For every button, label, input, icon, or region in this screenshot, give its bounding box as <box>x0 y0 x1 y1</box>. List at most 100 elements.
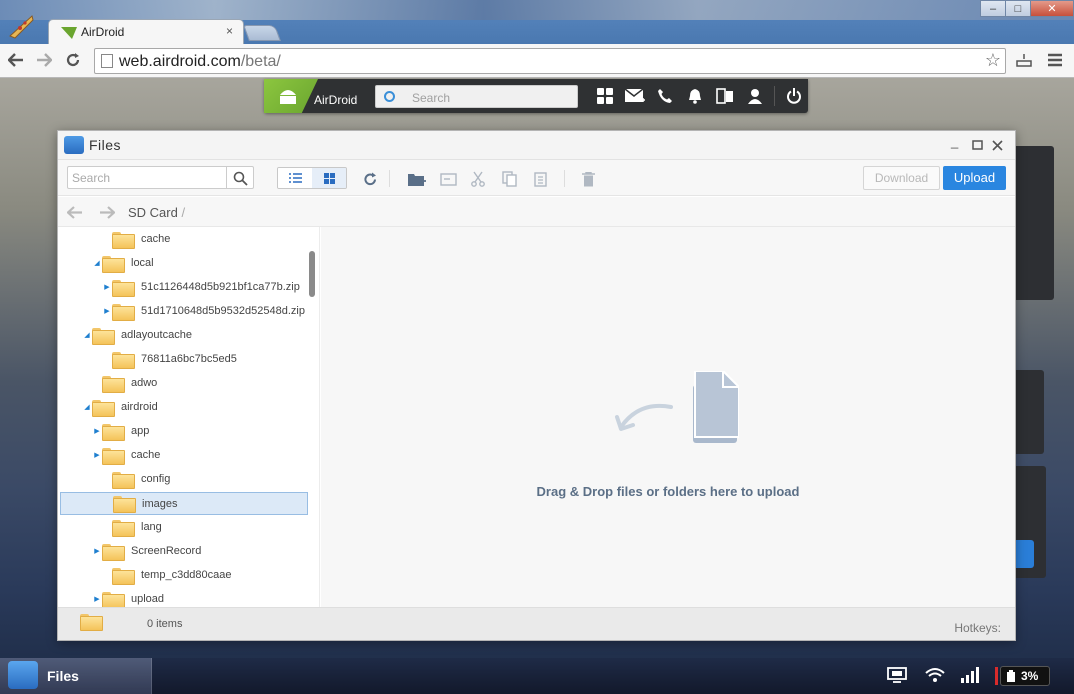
maximize-button[interactable]: □ <box>1005 0 1031 17</box>
folder-icon <box>102 543 125 561</box>
forward-arrow-icon[interactable] <box>99 206 115 219</box>
copy-icon[interactable] <box>499 169 519 189</box>
power-icon[interactable] <box>779 79 809 113</box>
tree-folder-name: 51c1126448d5b921bf1ca77b.zip <box>141 281 300 293</box>
refresh-icon[interactable] <box>360 169 380 189</box>
tree-folder-item[interactable]: ▶ upload <box>58 587 164 607</box>
airdroid-search-input[interactable]: Search <box>375 85 578 108</box>
signal-icon[interactable] <box>956 666 986 686</box>
collapsed-arrow-icon[interactable]: ▶ <box>102 283 112 291</box>
hotkeys-link[interactable]: Hotkeys: <box>954 621 1001 635</box>
apps-icon[interactable] <box>590 79 620 113</box>
messages-icon[interactable] <box>620 79 650 113</box>
wifi-icon[interactable] <box>920 667 950 686</box>
back-arrow-icon[interactable] <box>67 206 83 219</box>
tree-folder-item[interactable]: ◢ local <box>58 251 154 275</box>
files-window-title: Files <box>89 137 122 153</box>
new-tab-button[interactable] <box>243 25 281 41</box>
screen-icon[interactable] <box>882 666 912 686</box>
phone-icon[interactable] <box>650 79 680 113</box>
collapsed-arrow-icon[interactable]: ▶ <box>92 547 102 555</box>
notifications-icon[interactable] <box>680 79 710 113</box>
collapsed-arrow-icon[interactable]: ▶ <box>92 427 102 435</box>
tree-folder-item[interactable]: images <box>60 492 308 515</box>
folder-icon <box>112 351 135 369</box>
drop-zone-text: Drag & Drop files or folders here to upl… <box>536 484 800 499</box>
expanded-arrow-icon[interactable]: ◢ <box>82 331 92 339</box>
grid-icon <box>323 172 335 184</box>
tree-folder-name: ScreenRecord <box>131 545 202 557</box>
menu-icon[interactable] <box>1047 51 1063 69</box>
rename-icon[interactable] <box>438 169 458 189</box>
files-search-button[interactable] <box>226 166 254 189</box>
files-search-input[interactable] <box>67 166 227 189</box>
files-folder-icon <box>64 136 84 154</box>
files-window-titlebar[interactable]: Files _ <box>58 131 1015 160</box>
taskbar-files-app[interactable]: Files <box>0 658 152 694</box>
tree-folder-item[interactable]: adwo <box>58 371 157 395</box>
tree-folder-name: airdroid <box>121 401 158 413</box>
tree-folder-item[interactable]: ▶ app <box>58 419 149 443</box>
tree-folder-item[interactable]: config <box>58 467 170 491</box>
device-taskbar: Files 3% <box>0 658 1074 694</box>
tree-folder-item[interactable]: ▶ 51c1126448d5b921bf1ca77b.zip <box>58 275 300 299</box>
collapsed-arrow-icon[interactable]: ▶ <box>92 595 102 603</box>
mirror-icon[interactable] <box>710 79 740 113</box>
expanded-arrow-icon[interactable]: ◢ <box>92 259 102 267</box>
background-widget <box>1012 146 1054 300</box>
tree-folder-item[interactable]: ▶ cache <box>58 443 160 467</box>
back-arrow-icon[interactable] <box>8 53 24 67</box>
close-button[interactable]: ✕ <box>1030 0 1074 17</box>
airdroid-toolbar: AirDroid Search <box>264 79 808 113</box>
search-icon <box>233 171 248 186</box>
tab-close-icon[interactable]: × <box>226 24 233 38</box>
collapsed-arrow-icon[interactable]: ▶ <box>102 307 112 315</box>
grid-view-button[interactable] <box>312 168 346 188</box>
tree-folder-name: app <box>131 425 150 437</box>
paste-icon[interactable] <box>530 169 550 189</box>
tree-folder-item[interactable]: ◢ airdroid <box>58 395 158 419</box>
download-button[interactable]: Download <box>863 166 940 190</box>
expanded-arrow-icon[interactable]: ◢ <box>82 403 92 411</box>
battery-percent: 3% <box>1021 669 1039 683</box>
files-folder-icon <box>8 661 38 689</box>
tree-folder-item[interactable]: ◢ adlayoutcache <box>58 323 192 347</box>
forward-arrow-icon[interactable] <box>36 53 52 67</box>
list-view-button[interactable] <box>278 168 312 188</box>
tree-folder-item[interactable]: 76811a6bc7bc5ed5 <box>58 347 237 371</box>
window-maximize-icon[interactable] <box>972 140 983 150</box>
tree-folder-name: local <box>131 257 154 269</box>
tree-scrollbar[interactable] <box>309 251 315 297</box>
collapsed-arrow-icon[interactable]: ▶ <box>92 451 102 459</box>
new-folder-icon[interactable] <box>407 169 427 189</box>
folder-icon <box>102 255 125 273</box>
reload-icon[interactable] <box>65 52 81 68</box>
folder-tree: cache ◢ local ▶ 51c1126448d5b921bf1ca77b.zip… <box>58 227 320 607</box>
drop-zone[interactable]: Drag & Drop files or folders here to upl… <box>321 227 1015 607</box>
cut-icon[interactable] <box>468 169 488 189</box>
tree-folder-item[interactable]: ▶ ScreenRecord <box>58 539 201 563</box>
account-icon[interactable] <box>740 79 770 113</box>
pizza-icon <box>9 15 34 39</box>
tree-folder-item[interactable]: cache <box>58 227 170 251</box>
tree-folder-name: 76811a6bc7bc5ed5 <box>141 353 237 365</box>
extension-icon[interactable] <box>1015 51 1033 69</box>
tree-folder-name: adlayoutcache <box>121 329 192 341</box>
upload-button[interactable]: Upload <box>943 166 1006 190</box>
tree-folder-item[interactable]: ▶ 51d1710648d5b9532d52548d.zip <box>58 299 305 323</box>
delete-icon[interactable] <box>578 169 598 189</box>
minimize-button[interactable]: – <box>980 0 1006 17</box>
tab-airdroid[interactable]: AirDroid × <box>48 19 244 46</box>
tree-folder-item[interactable]: lang <box>58 515 162 539</box>
toolbar-divider <box>389 170 390 187</box>
address-bar[interactable]: web.airdroid.com/beta/ ☆ <box>94 48 1006 74</box>
bookmark-star-icon[interactable]: ☆ <box>985 50 1001 71</box>
tree-folder-name: upload <box>131 593 165 605</box>
window-close-icon[interactable] <box>992 140 1003 151</box>
battery-status: 3% <box>1000 666 1050 686</box>
taskbar-app-label: Files <box>47 668 79 684</box>
status-folder-icon <box>80 614 106 633</box>
window-minimize-icon[interactable]: _ <box>951 134 958 149</box>
breadcrumb-path[interactable]: SD Card / <box>128 205 185 220</box>
tree-folder-item[interactable]: temp_c3dd80caae <box>58 563 232 587</box>
